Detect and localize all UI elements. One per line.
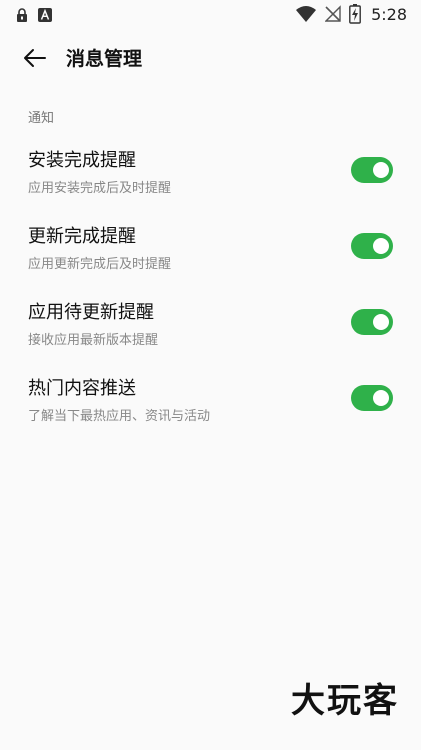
status-right-icons: 5:28 bbox=[295, 4, 407, 24]
setting-subtitle: 接收应用最新版本提醒 bbox=[28, 333, 159, 348]
toggle-switch[interactable] bbox=[351, 157, 393, 183]
settings-list: 安装完成提醒 应用安装完成后及时提醒 更新完成提醒 应用更新完成后及时提醒 应用… bbox=[0, 133, 421, 437]
app-bar: 消息管理 bbox=[0, 32, 421, 84]
setting-title: 更新完成提醒 bbox=[28, 226, 136, 247]
lock-icon bbox=[16, 8, 28, 22]
page-title: 消息管理 bbox=[66, 48, 143, 70]
setting-subtitle: 应用更新完成后及时提醒 bbox=[28, 257, 172, 272]
setting-title: 热门内容推送 bbox=[28, 378, 136, 399]
wifi-icon bbox=[295, 5, 317, 23]
toggle-switch[interactable] bbox=[351, 385, 393, 411]
setting-title: 安装完成提醒 bbox=[28, 150, 136, 171]
setting-pending-update[interactable]: 应用待更新提醒 接收应用最新版本提醒 bbox=[0, 285, 421, 361]
a-logo-icon bbox=[38, 8, 52, 22]
toggle-switch[interactable] bbox=[351, 233, 393, 259]
battery-charging-icon bbox=[349, 4, 361, 24]
setting-update-complete[interactable]: 更新完成提醒 应用更新完成后及时提醒 bbox=[0, 209, 421, 285]
setting-install-complete[interactable]: 安装完成提醒 应用安装完成后及时提醒 bbox=[0, 133, 421, 209]
status-left-icons bbox=[16, 8, 52, 22]
arrow-left-icon bbox=[23, 48, 47, 68]
status-time: 5:28 bbox=[371, 4, 407, 24]
toggle-switch[interactable] bbox=[351, 309, 393, 335]
setting-subtitle: 应用安装完成后及时提醒 bbox=[28, 181, 172, 196]
setting-title: 应用待更新提醒 bbox=[28, 302, 154, 323]
section-header: 通知 bbox=[28, 111, 55, 126]
toggle-knob bbox=[373, 314, 389, 330]
setting-hot-content-push[interactable]: 热门内容推送 了解当下最热应用、资讯与活动 bbox=[0, 361, 421, 437]
toggle-knob bbox=[373, 390, 389, 406]
setting-subtitle: 了解当下最热应用、资讯与活动 bbox=[28, 409, 211, 424]
no-signal-icon bbox=[325, 5, 341, 23]
toggle-knob bbox=[373, 238, 389, 254]
toggle-knob bbox=[373, 162, 389, 178]
back-button[interactable] bbox=[18, 42, 52, 74]
status-bar: 5:28 bbox=[0, 0, 421, 32]
watermark-logo: 大玩客 bbox=[291, 681, 399, 721]
